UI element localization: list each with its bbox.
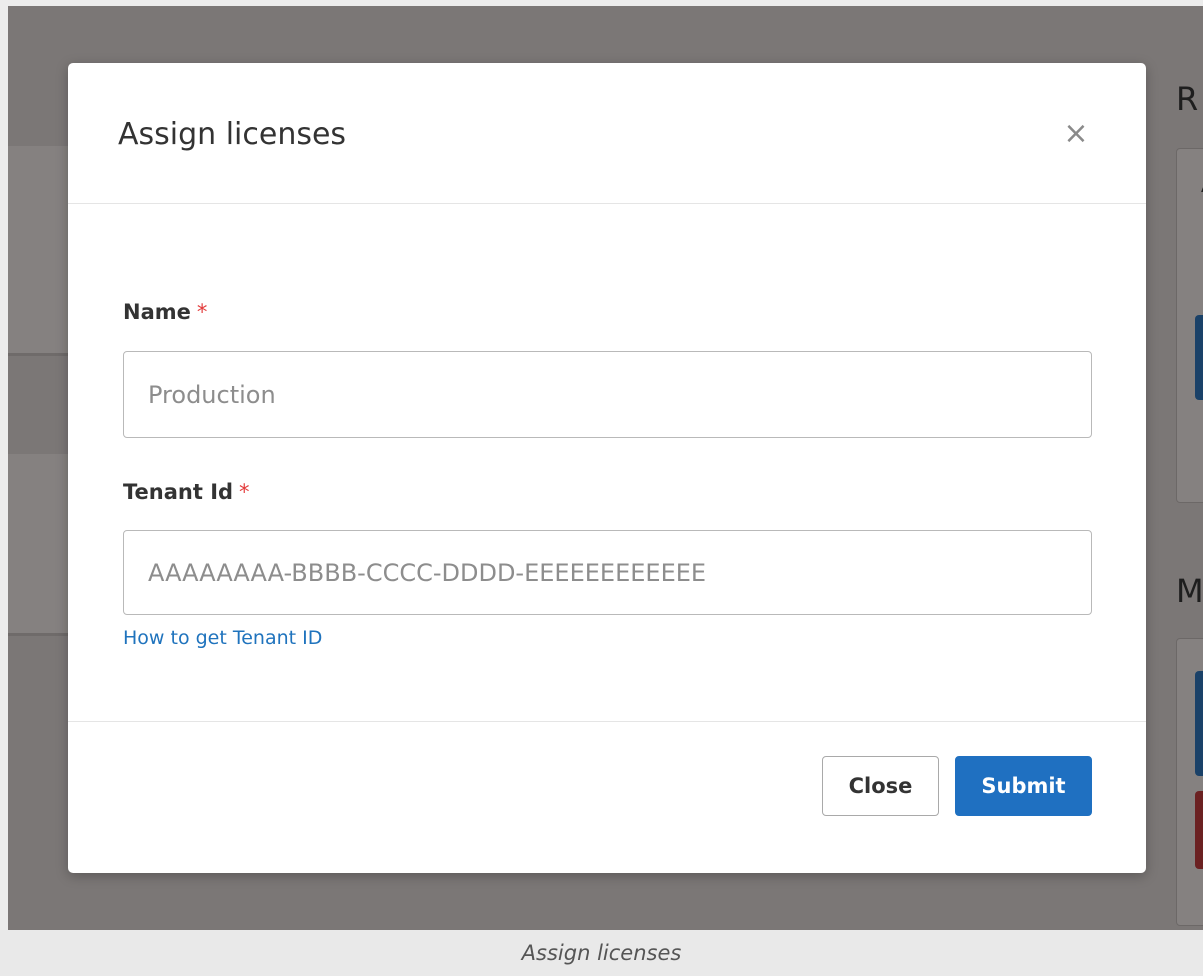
background-heading: M [1176, 572, 1203, 610]
name-input[interactable] [123, 351, 1092, 438]
background-button [1195, 671, 1203, 776]
tenant-id-label-text: Tenant Id [123, 480, 234, 504]
background-heading: R [1176, 80, 1199, 118]
dialog-body: Name* Tenant Id* How to get Tenant ID [68, 204, 1146, 721]
name-label: Name * [123, 300, 207, 324]
background-card: A [1176, 148, 1203, 503]
background-button [1195, 315, 1203, 400]
tenant-id-input[interactable] [123, 530, 1092, 615]
submit-button[interactable]: Submit [955, 756, 1092, 816]
tenant-id-label: Tenant Id * [123, 480, 250, 504]
tenant-id-help-link[interactable]: How to get Tenant ID [123, 627, 322, 649]
dialog-footer: Close Submit [68, 721, 1146, 873]
required-mark: * [239, 480, 250, 504]
background-button [1195, 791, 1203, 869]
close-icon[interactable]: × [1062, 119, 1090, 149]
name-label-text: Name [123, 300, 191, 324]
background-card [1176, 638, 1203, 926]
required-mark: * [196, 300, 208, 324]
close-button[interactable]: Close [822, 756, 939, 816]
dialog-header: Assign licenses × [68, 63, 1146, 204]
image-caption: Assign licenses [0, 930, 1203, 976]
dialog-title: Assign licenses [118, 117, 347, 152]
assign-licenses-dialog: Assign licenses × Name* Tenant Id* How t… [68, 63, 1146, 873]
